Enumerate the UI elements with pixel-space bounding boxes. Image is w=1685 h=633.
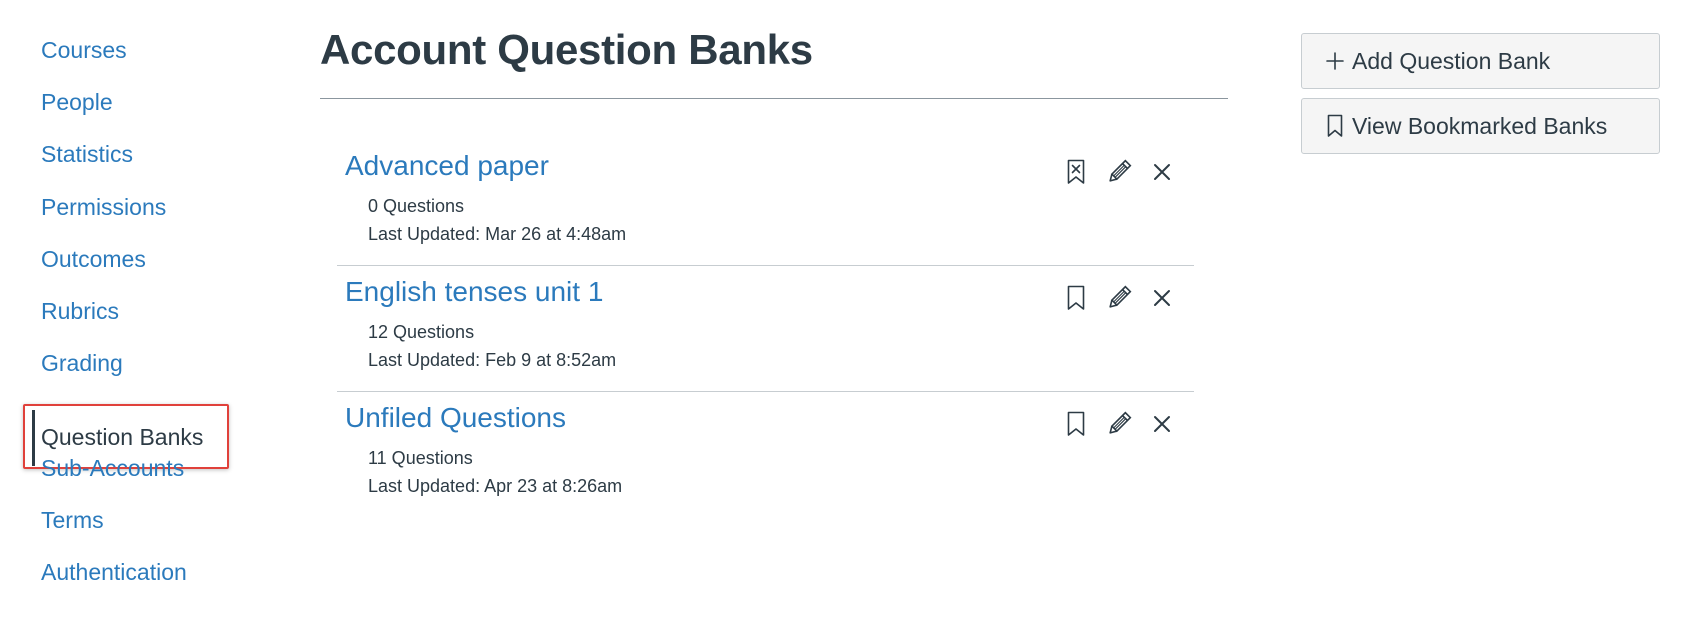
question-bank-item: Advanced paper 0 Questions Last Updated:… xyxy=(337,140,1194,266)
bookmark-remove-icon[interactable] xyxy=(1062,158,1090,186)
sidebar-item-sub-accounts[interactable]: Sub-Accounts xyxy=(41,448,184,488)
plus-icon xyxy=(1324,49,1346,73)
last-updated: Last Updated: Feb 9 at 8:52am xyxy=(368,350,617,370)
sidebar-item-rubrics[interactable]: Rubrics xyxy=(41,291,119,331)
bookmark-icon[interactable] xyxy=(1062,284,1090,312)
bookmark-icon xyxy=(1324,114,1346,138)
question-bank-item: English tenses unit 1 12 Questions Last … xyxy=(337,266,1194,392)
sidebar-item-statistics[interactable]: Statistics xyxy=(41,134,133,174)
question-bank-title-link[interactable]: Advanced paper xyxy=(345,150,549,182)
sidebar-item-terms[interactable]: Terms xyxy=(41,500,104,540)
add-question-bank-label: Add Question Bank xyxy=(1352,47,1551,74)
sidebar-item-people[interactable]: People xyxy=(41,82,113,122)
account-sidebar-nav: Courses People Statistics Permissions Ou… xyxy=(0,0,260,633)
edit-pencil-icon[interactable] xyxy=(1105,284,1133,312)
page: Courses People Statistics Permissions Ou… xyxy=(0,0,1685,633)
question-bank-actions xyxy=(1047,158,1176,186)
delete-close-icon[interactable] xyxy=(1148,158,1176,186)
last-updated: Last Updated: Apr 23 at 8:26am xyxy=(368,476,623,496)
question-bank-title-link[interactable]: Unfiled Questions xyxy=(345,402,566,434)
question-bank-item: Unfiled Questions 11 Questions Last Upda… xyxy=(337,392,1194,518)
edit-pencil-icon[interactable] xyxy=(1105,410,1133,438)
page-title: Account Question Banks xyxy=(320,26,813,73)
question-count: 12 Questions xyxy=(368,322,475,342)
question-bank-actions xyxy=(1047,410,1176,438)
view-bookmarked-banks-button[interactable]: View Bookmarked Banks xyxy=(1301,98,1660,154)
delete-close-icon[interactable] xyxy=(1148,410,1176,438)
sidebar-item-outcomes[interactable]: Outcomes xyxy=(41,239,146,279)
sidebar-item-authentication[interactable]: Authentication xyxy=(41,552,187,592)
edit-pencil-icon[interactable] xyxy=(1105,158,1133,186)
sidebar-item-grading[interactable]: Grading xyxy=(41,343,123,383)
question-count: 0 Questions xyxy=(368,196,465,216)
title-divider xyxy=(320,98,1228,99)
delete-close-icon[interactable] xyxy=(1148,284,1176,312)
bookmark-icon[interactable] xyxy=(1062,410,1090,438)
view-bookmarked-banks-label: View Bookmarked Banks xyxy=(1352,112,1608,139)
sidebar-item-permissions[interactable]: Permissions xyxy=(41,187,166,227)
question-bank-actions xyxy=(1047,284,1176,312)
question-bank-title-link[interactable]: English tenses unit 1 xyxy=(345,276,603,308)
sidebar-item-courses[interactable]: Courses xyxy=(41,30,127,70)
add-question-bank-button[interactable]: Add Question Bank xyxy=(1301,33,1660,89)
last-updated: Last Updated: Mar 26 at 4:48am xyxy=(368,224,627,244)
question-count: 11 Questions xyxy=(368,448,473,468)
active-item-indicator xyxy=(32,410,35,466)
